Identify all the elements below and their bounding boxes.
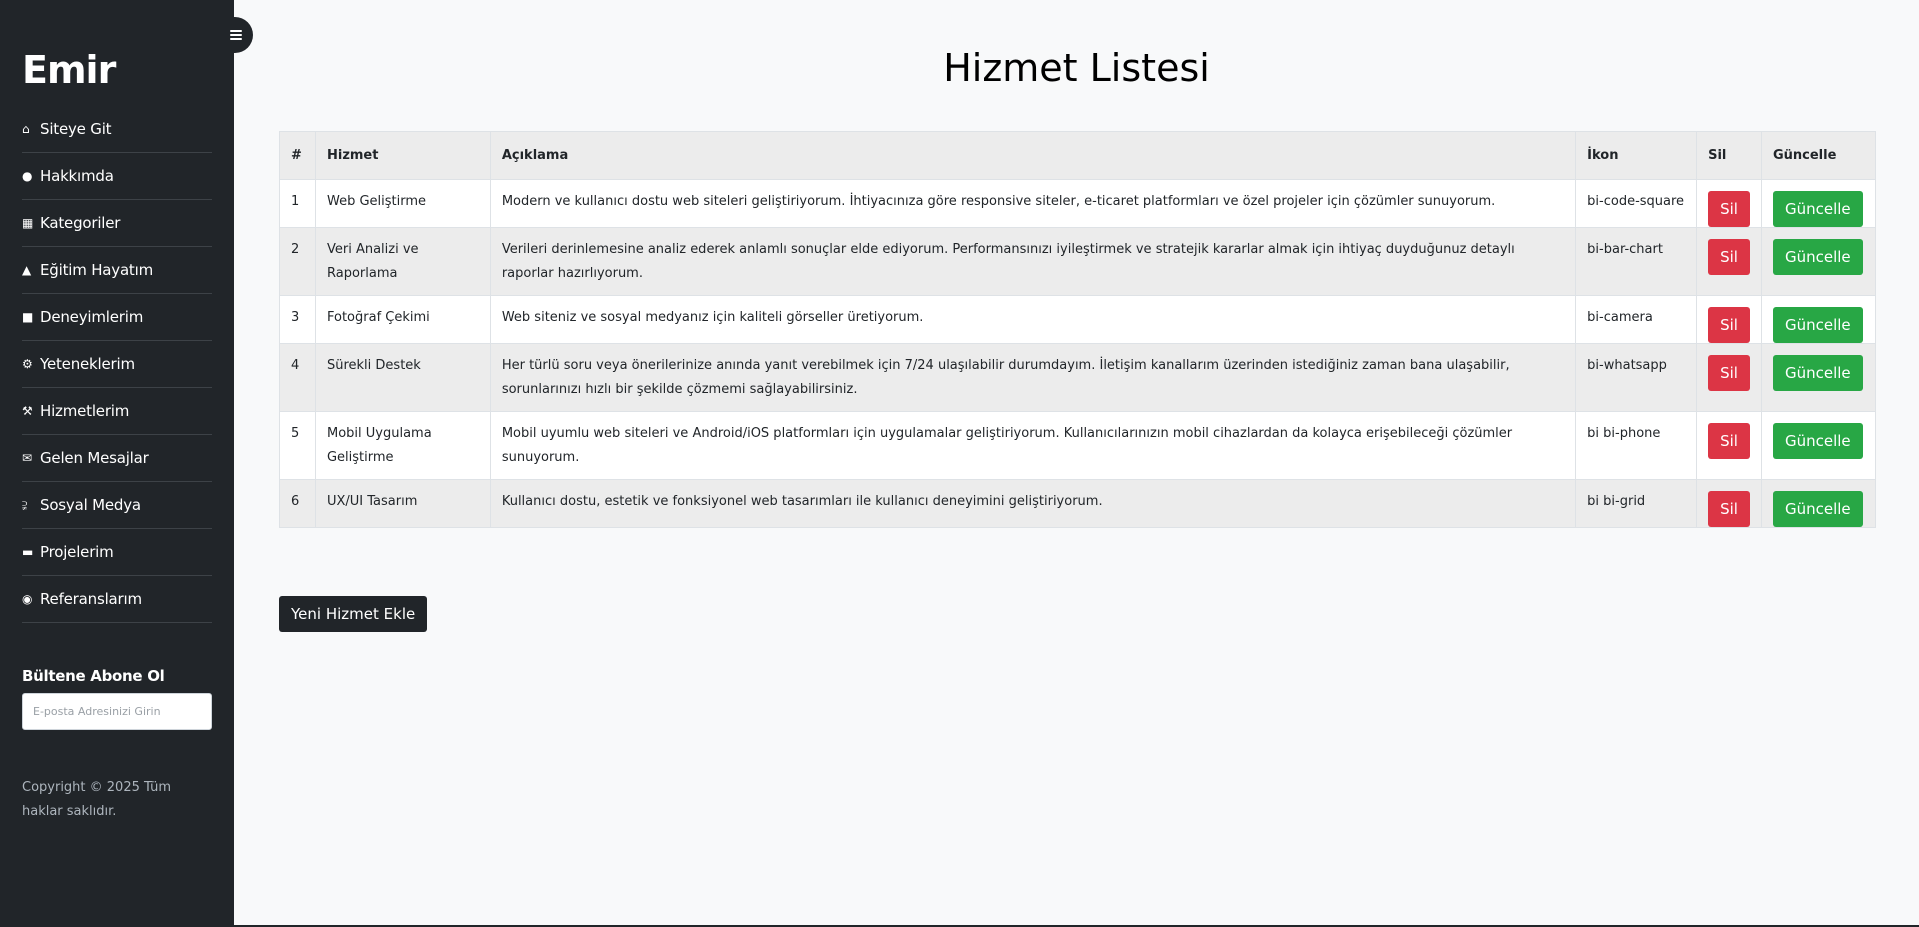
cell-num: 3 [279, 295, 316, 344]
table-row: 1 Web Geliştirme Modern ve kullanıcı dos… [279, 179, 1877, 228]
update-button[interactable]: Güncelle [1772, 423, 1863, 459]
cell-service: Fotoğraf Çekimi [314, 295, 491, 344]
delete-button[interactable]: Sil [1708, 423, 1750, 459]
cell-service: UX/UI Tasarım [314, 479, 491, 528]
sidebar-item-deneyimlerim[interactable]: ■ Deneyimlerim [22, 294, 212, 341]
sidebar-item-label: Hizmetlerim [40, 402, 130, 420]
newsletter: Bültene Abone Ol [22, 667, 212, 730]
user-icon: ● [22, 169, 33, 183]
cell-icon: bi-bar-chart [1575, 227, 1698, 296]
delete-button[interactable]: Sil [1708, 239, 1750, 275]
cell-service: Mobil Uygulama Geliştirme [314, 411, 491, 480]
home-icon: ⌂ [22, 122, 30, 136]
sidebar-item-kategoriler[interactable]: ▦ Kategoriler [22, 200, 212, 247]
sidebar-item-label: Kategoriler [40, 214, 121, 232]
hamburger-icon [230, 30, 242, 40]
cell-description: Verileri derinlemesine analiz ederek anl… [489, 227, 1577, 296]
sidebar-nav: ⌂ Siteye Git ● Hakkımda ▦ Kategoriler ▲ Eğit… [22, 106, 212, 623]
cell-num: 6 [279, 479, 316, 528]
cell-description: Web siteniz ve sosyal medyanız için kali… [489, 295, 1577, 344]
table-row: 3 Fotoğraf Çekimi Web siteniz ve sosyal … [279, 295, 1877, 344]
share-icon: ⫌ [22, 497, 28, 512]
cell-service: Sürekli Destek [314, 343, 491, 412]
cell-service: Web Geliştirme [314, 179, 491, 228]
cogs-icon: ⚙ [22, 357, 33, 371]
cell-icon: bi-whatsapp [1575, 343, 1698, 412]
update-button[interactable]: Güncelle [1772, 191, 1863, 227]
table-row: 4 Sürekli Destek Her türlü soru veya öne… [279, 343, 1877, 412]
sidebar-item-egitim[interactable]: ▲ Eğitim Hayatım [22, 247, 212, 294]
cell-description: Mobil uyumlu web siteleri ve Android/iOS… [489, 411, 1577, 480]
sidebar-item-hizmetlerim[interactable]: ⚒ Hizmetlerim [22, 388, 212, 435]
column-header-num: # [279, 131, 316, 180]
cell-icon: bi-camera [1575, 295, 1698, 344]
sidebar-item-hakkimda[interactable]: ● Hakkımda [22, 153, 212, 200]
graduation-cap-icon: ▲ [22, 263, 32, 277]
delete-button[interactable]: Sil [1708, 355, 1750, 391]
column-header-service: Hizmet [314, 131, 491, 180]
main-content: Hizmet Listesi # Hizmet Açıklama İkon Si… [234, 0, 1919, 927]
column-header-icon: İkon [1575, 131, 1698, 180]
delete-button[interactable]: Sil [1708, 491, 1750, 527]
cell-service: Veri Analizi ve Raporlama [314, 227, 491, 296]
sidebar-item-label: Hakkımda [40, 167, 114, 185]
sidebar-item-label: Deneyimlerim [40, 308, 144, 326]
sidebar-item-projelerim[interactable]: ▬ Projelerim [22, 529, 212, 576]
page-title: Hizmet Listesi [943, 46, 1210, 90]
cell-num: 5 [279, 411, 316, 480]
brand-logo[interactable]: Emir [22, 48, 212, 92]
cell-icon: bi-code-square [1575, 179, 1698, 228]
sidebar-item-label: Eğitim Hayatım [40, 261, 153, 279]
wrench-icon: ⚒ [22, 404, 33, 418]
cell-icon: bi bi-phone [1575, 411, 1698, 480]
sidebar-item-label: Siteye Git [40, 120, 112, 138]
delete-button[interactable]: Sil [1708, 191, 1750, 227]
cell-description: Kullanıcı dostu, estetik ve fonksiyonel … [489, 479, 1577, 528]
column-header-description: Açıklama [489, 131, 1577, 180]
cell-num: 4 [279, 343, 316, 412]
table-row: 5 Mobil Uygulama Geliştirme Mobil uyumlu… [279, 411, 1877, 480]
copyright: Copyright © 2025 Tüm haklar saklıdır. [22, 780, 172, 819]
sidebar-item-label: Referanslarım [40, 590, 142, 608]
sidebar-item-label: Projelerim [40, 543, 114, 561]
envelope-icon: ✉ [22, 451, 32, 465]
delete-button[interactable]: Sil [1708, 307, 1750, 343]
sidebar-item-label: Gelen Mesajlar [40, 449, 149, 467]
briefcase-icon: ■ [22, 310, 34, 324]
sidebar-item-sosyal-medya[interactable]: ⫌ Sosyal Medya [22, 482, 212, 529]
services-table: # Hizmet Açıklama İkon Sil Güncelle 1 We… [279, 131, 1877, 528]
sidebar-item-siteye-git[interactable]: ⌂ Siteye Git [22, 106, 212, 153]
update-button[interactable]: Güncelle [1772, 355, 1863, 391]
newsletter-title: Bültene Abone Ol [22, 667, 165, 685]
sidebar-item-yeteneklerim[interactable]: ⚙ Yeteneklerim [22, 341, 212, 388]
grid-icon: ▦ [22, 216, 34, 230]
comment-icon: ◉ [22, 592, 33, 606]
sidebar-item-referanslarim[interactable]: ◉ Referanslarım [22, 576, 212, 623]
cell-num: 2 [279, 227, 316, 296]
update-button[interactable]: Güncelle [1772, 491, 1863, 527]
sidebar-item-label: Yeteneklerim [40, 355, 135, 373]
column-header-delete: Sil [1696, 131, 1762, 180]
add-service-button[interactable]: Yeni Hizmet Ekle [279, 596, 428, 632]
cell-description: Modern ve kullanıcı dostu web siteleri g… [489, 179, 1577, 228]
cell-num: 1 [279, 179, 316, 228]
update-button[interactable]: Güncelle [1772, 307, 1863, 343]
newsletter-email-input[interactable] [22, 693, 212, 730]
sidebar: Emir ⌂ Siteye Git ● Hakkımda ▦ Kategoriler … [0, 0, 234, 927]
update-button[interactable]: Güncelle [1772, 239, 1863, 275]
table-header-row: # Hizmet Açıklama İkon Sil Güncelle [279, 131, 1877, 180]
table-row: 6 UX/UI Tasarım Kullanıcı dostu, estetik… [279, 479, 1877, 528]
cell-icon: bi bi-grid [1575, 479, 1698, 528]
cell-description: Her türlü soru veya önerilerinize anında… [489, 343, 1577, 412]
sidebar-item-gelen-mesajlar[interactable]: ✉ Gelen Mesajlar [22, 435, 212, 482]
column-header-update: Güncelle [1760, 131, 1877, 180]
folder-icon: ▬ [22, 545, 34, 559]
table-row: 2 Veri Analizi ve Raporlama Verileri der… [279, 227, 1877, 296]
sidebar-item-label: Sosyal Medya [40, 496, 141, 514]
